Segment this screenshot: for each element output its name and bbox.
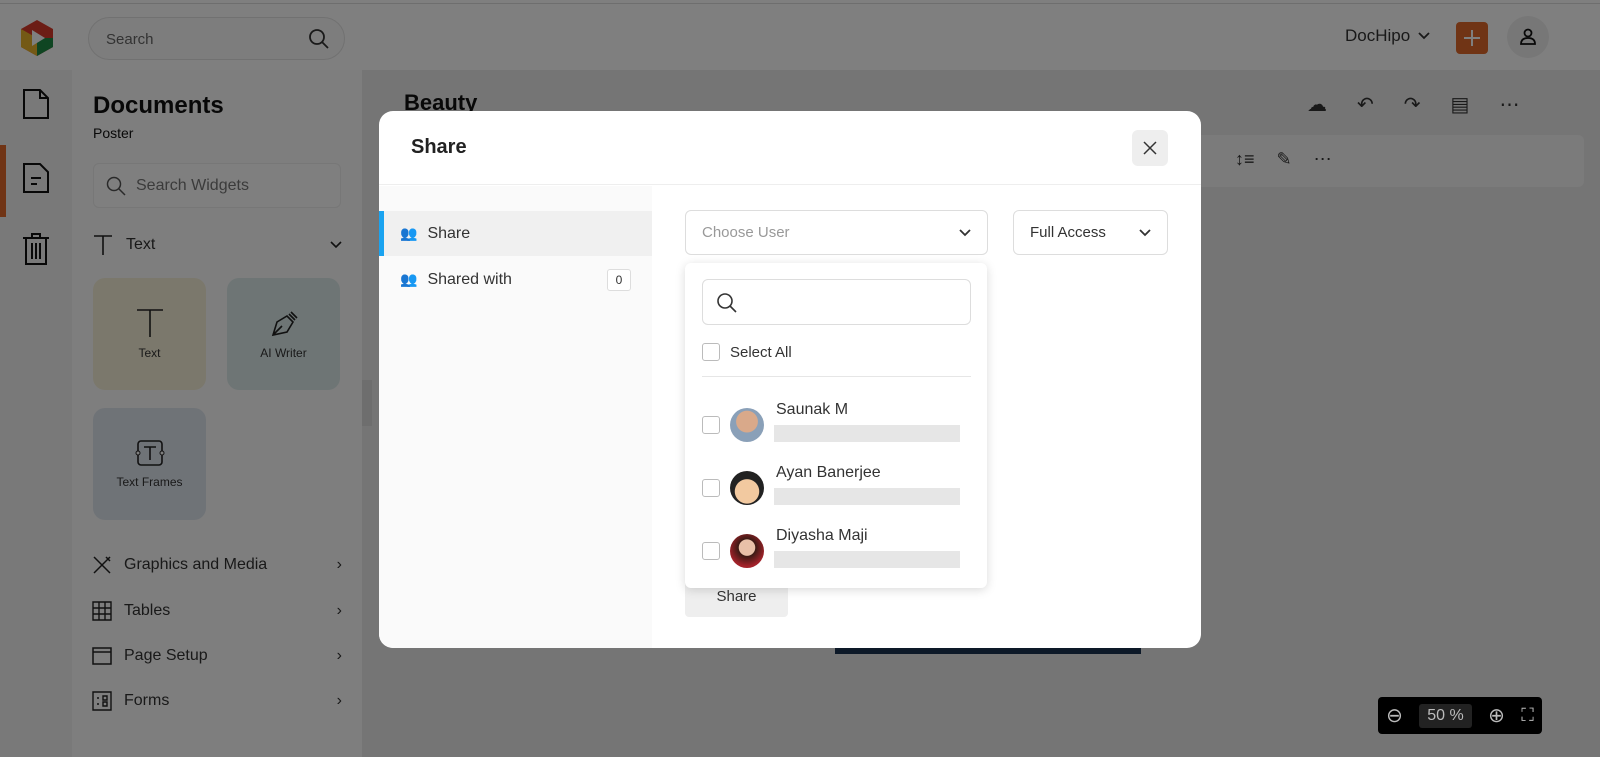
- user-option[interactable]: Saunak M: [702, 401, 972, 451]
- zoom-value: 50: [1427, 706, 1446, 724]
- user-dropdown: Select All Saunak M Ayan Banerjee Diyash…: [685, 263, 987, 588]
- select-all-checkbox[interactable]: Select All: [702, 343, 792, 361]
- choose-user-placeholder: Choose User: [702, 224, 790, 241]
- select-all-label: Select All: [730, 343, 792, 361]
- access-level-value: Full Access: [1030, 224, 1106, 241]
- close-icon: [1143, 141, 1157, 155]
- modal-title: Share: [411, 136, 467, 158]
- redacted-email: [774, 551, 960, 568]
- avatar: [730, 471, 764, 505]
- checkbox[interactable]: [702, 416, 720, 434]
- modal-sidebar: 👥 Share 👥 Shared with 0: [379, 186, 652, 648]
- choose-user-select[interactable]: Choose User: [685, 210, 988, 255]
- redacted-email: [774, 425, 960, 442]
- zoom-control: ⊖ 50 % ⊕ ⛶: [1378, 697, 1542, 734]
- tab-share[interactable]: 👥 Share: [379, 211, 652, 256]
- access-level-select[interactable]: Full Access: [1013, 210, 1168, 255]
- shared-count-badge: 0: [607, 268, 631, 291]
- checkbox[interactable]: [702, 542, 720, 560]
- users-icon: 👥: [400, 271, 418, 287]
- divider: [702, 376, 971, 377]
- user-name: Diyasha Maji: [776, 527, 868, 544]
- avatar: [730, 408, 764, 442]
- zoom-in-icon[interactable]: ⊕: [1488, 703, 1505, 728]
- user-option[interactable]: Ayan Banerjee: [702, 464, 972, 514]
- zoom-out-icon[interactable]: ⊖: [1386, 703, 1403, 728]
- zoom-level[interactable]: 50 %: [1419, 703, 1472, 728]
- fullscreen-icon[interactable]: ⛶: [1521, 705, 1534, 726]
- user-option[interactable]: Diyasha Maji: [702, 527, 972, 577]
- zoom-unit: %: [1449, 706, 1464, 724]
- tab-label: Share: [427, 224, 471, 242]
- close-button[interactable]: [1132, 130, 1168, 166]
- redacted-email: [774, 488, 960, 505]
- user-name: Saunak M: [776, 401, 849, 418]
- tab-label: Shared with: [427, 270, 512, 288]
- avatar: [730, 534, 764, 568]
- chevron-down-icon: [1139, 228, 1151, 236]
- search-icon: [716, 292, 738, 314]
- user-name: Ayan Banerjee: [776, 464, 881, 481]
- checkbox[interactable]: [702, 343, 720, 361]
- tab-shared-with[interactable]: 👥 Shared with 0: [379, 257, 652, 302]
- add-users-icon: 👥: [400, 225, 418, 241]
- chevron-down-icon: [959, 228, 971, 236]
- checkbox[interactable]: [702, 479, 720, 497]
- user-search-input[interactable]: [702, 279, 971, 325]
